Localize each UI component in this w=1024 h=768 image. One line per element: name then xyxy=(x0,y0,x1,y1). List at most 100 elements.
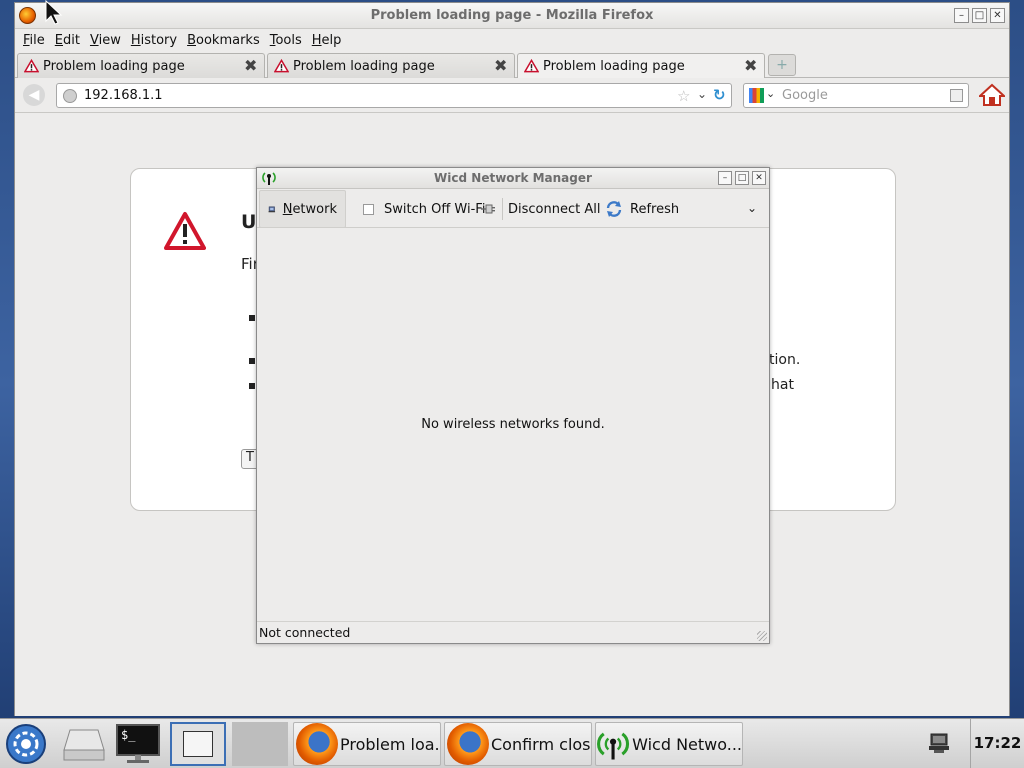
firefox-titlebar[interactable]: Problem loading page - Mozilla Firefox –… xyxy=(15,3,1009,29)
chevron-down-icon[interactable]: ⌄ xyxy=(766,87,775,100)
error-bullet-text: hat xyxy=(771,377,794,393)
close-tab-icon[interactable]: ✖ xyxy=(744,58,758,74)
firefox-icon xyxy=(447,723,489,765)
search-go-icon[interactable] xyxy=(950,89,963,102)
bullet xyxy=(249,383,255,389)
close-window-button[interactable]: ✕ xyxy=(752,171,766,185)
wicd-window-title: Wicd Network Manager xyxy=(434,171,592,185)
tab-label: Problem loading page xyxy=(43,58,185,74)
menu-edit-label: dit xyxy=(63,32,80,48)
refresh-button[interactable]: Refresh xyxy=(604,190,679,228)
tab-1[interactable]: Problem loading page ✖ xyxy=(17,53,265,78)
mouse-cursor-icon xyxy=(45,0,63,25)
bullet xyxy=(249,315,255,321)
pager-workspace[interactable] xyxy=(232,722,288,766)
warning-icon xyxy=(164,212,206,250)
globe-icon xyxy=(63,89,77,103)
network-label: etwork xyxy=(292,201,337,217)
start-menu-button[interactable] xyxy=(2,722,50,766)
tab-label: Problem loading page xyxy=(543,58,685,74)
network-tray-icon[interactable] xyxy=(928,731,952,755)
bookmark-star-icon[interactable]: ☆ xyxy=(677,87,690,105)
close-tab-icon[interactable]: ✖ xyxy=(494,58,508,74)
network-icon xyxy=(268,206,276,213)
disconnect-all-label: Disconnect All xyxy=(508,201,601,217)
error-bullet-text: tion. xyxy=(769,352,801,368)
start-menu-icon xyxy=(6,724,46,764)
chevron-down-icon[interactable]: ⌄ xyxy=(747,201,757,215)
url-dropdown-icon[interactable]: ⌄ xyxy=(697,87,707,101)
network-button[interactable]: Network xyxy=(259,190,346,228)
clock[interactable]: 17:22 xyxy=(970,719,1024,768)
task-label: Wicd Netwo... xyxy=(632,734,742,754)
menu-edit-accel: E xyxy=(54,32,63,48)
wicd-network-list: No wireless networks found. xyxy=(257,229,769,621)
task-wicd[interactable]: Wicd Netwo... xyxy=(595,722,743,766)
menu-tools[interactable]: Tools xyxy=(269,33,310,48)
disconnect-all-button[interactable] xyxy=(480,190,502,228)
warning-icon xyxy=(24,59,39,73)
tab-2[interactable]: Problem loading page ✖ xyxy=(267,53,515,78)
search-bar[interactable]: ⌄ Google xyxy=(743,83,969,108)
menu-view-accel: V xyxy=(89,32,99,48)
close-window-button[interactable]: ✕ xyxy=(990,8,1005,23)
new-tab-button[interactable]: + xyxy=(768,54,796,76)
wicd-statusbar: Not connected xyxy=(257,621,769,643)
plug-icon xyxy=(481,204,495,214)
show-desktop-button[interactable] xyxy=(170,722,226,766)
search-engine-icon[interactable] xyxy=(749,88,764,103)
terminal-launcher[interactable]: $_ xyxy=(114,722,162,766)
menu-file[interactable]: File xyxy=(22,33,53,48)
url-bar[interactable]: 192.168.1.1 ☆ ⌄ ↻ xyxy=(56,83,732,108)
tab-3-active[interactable]: Problem loading page ✖ xyxy=(517,53,765,78)
warning-icon xyxy=(524,59,539,73)
close-tab-icon[interactable]: ✖ xyxy=(244,58,258,74)
warning-icon xyxy=(274,59,289,73)
menu-view[interactable]: View xyxy=(89,33,129,48)
menu-edit[interactable]: Edit xyxy=(54,33,88,48)
menu-bookmarks-accel: B xyxy=(187,32,197,48)
menubar: File Edit View History Bookmarks Tools H… xyxy=(15,29,1009,51)
resize-grip[interactable] xyxy=(757,631,767,641)
reload-icon[interactable]: ↻ xyxy=(713,86,726,104)
terminal-icon: $_ xyxy=(116,724,160,763)
wicd-titlebar[interactable]: Wicd Network Manager – □ ✕ xyxy=(257,168,769,189)
wicd-antenna-icon xyxy=(597,732,630,760)
menu-tools-label: ools xyxy=(275,32,302,48)
switch-off-wifi-toggle[interactable]: Switch Off Wi-Fi xyxy=(363,190,485,228)
maximize-button[interactable]: □ xyxy=(735,171,749,185)
task-firefox[interactable]: Problem loa... xyxy=(293,722,441,766)
file-manager-launcher[interactable] xyxy=(60,722,108,766)
disconnect-all-label-button[interactable]: Disconnect All xyxy=(508,190,600,228)
menu-history-accel: H xyxy=(130,32,141,48)
menu-view-label: iew xyxy=(98,32,121,48)
wicd-toolbar: Network Switch Off Wi-Fi Disconnect All xyxy=(257,190,769,228)
minimize-button[interactable]: – xyxy=(954,8,969,23)
task-label: Confirm close xyxy=(491,734,592,754)
menu-help[interactable]: Help xyxy=(311,33,350,48)
taskbar: $_ Problem loa... Confirm close Wicd Net… xyxy=(0,718,1024,768)
wicd-network-manager-window: Wicd Network Manager – □ ✕ Network Switc… xyxy=(256,167,770,644)
firefox-icon xyxy=(296,723,338,765)
no-networks-message: No wireless networks found. xyxy=(421,417,605,432)
menu-bookmarks-label: ookmarks xyxy=(196,32,260,48)
menu-help-accel: H xyxy=(311,32,322,48)
refresh-label: Refresh xyxy=(630,201,680,217)
connection-status: Not connected xyxy=(259,625,351,640)
toolbar-separator xyxy=(502,198,503,220)
search-placeholder: Google xyxy=(782,88,828,103)
task-confirm-close[interactable]: Confirm close xyxy=(444,722,592,766)
maximize-button[interactable]: □ xyxy=(972,8,987,23)
minimize-button[interactable]: – xyxy=(718,171,732,185)
menu-history[interactable]: History xyxy=(130,33,185,48)
url-text[interactable]: 192.168.1.1 xyxy=(84,88,163,103)
tab-bar: Problem loading page ✖ Problem loading p… xyxy=(15,52,1009,78)
error-title: U xyxy=(241,211,257,233)
network-button-label: Network xyxy=(283,202,337,217)
tab-label: Problem loading page xyxy=(293,58,435,74)
wifi-checkbox[interactable] xyxy=(363,203,374,215)
back-button[interactable]: ◀ xyxy=(23,84,45,106)
home-icon[interactable] xyxy=(979,83,1005,107)
menu-bookmarks[interactable]: Bookmarks xyxy=(186,33,268,48)
switch-off-wifi-label: Switch Off Wi-Fi xyxy=(384,201,486,217)
